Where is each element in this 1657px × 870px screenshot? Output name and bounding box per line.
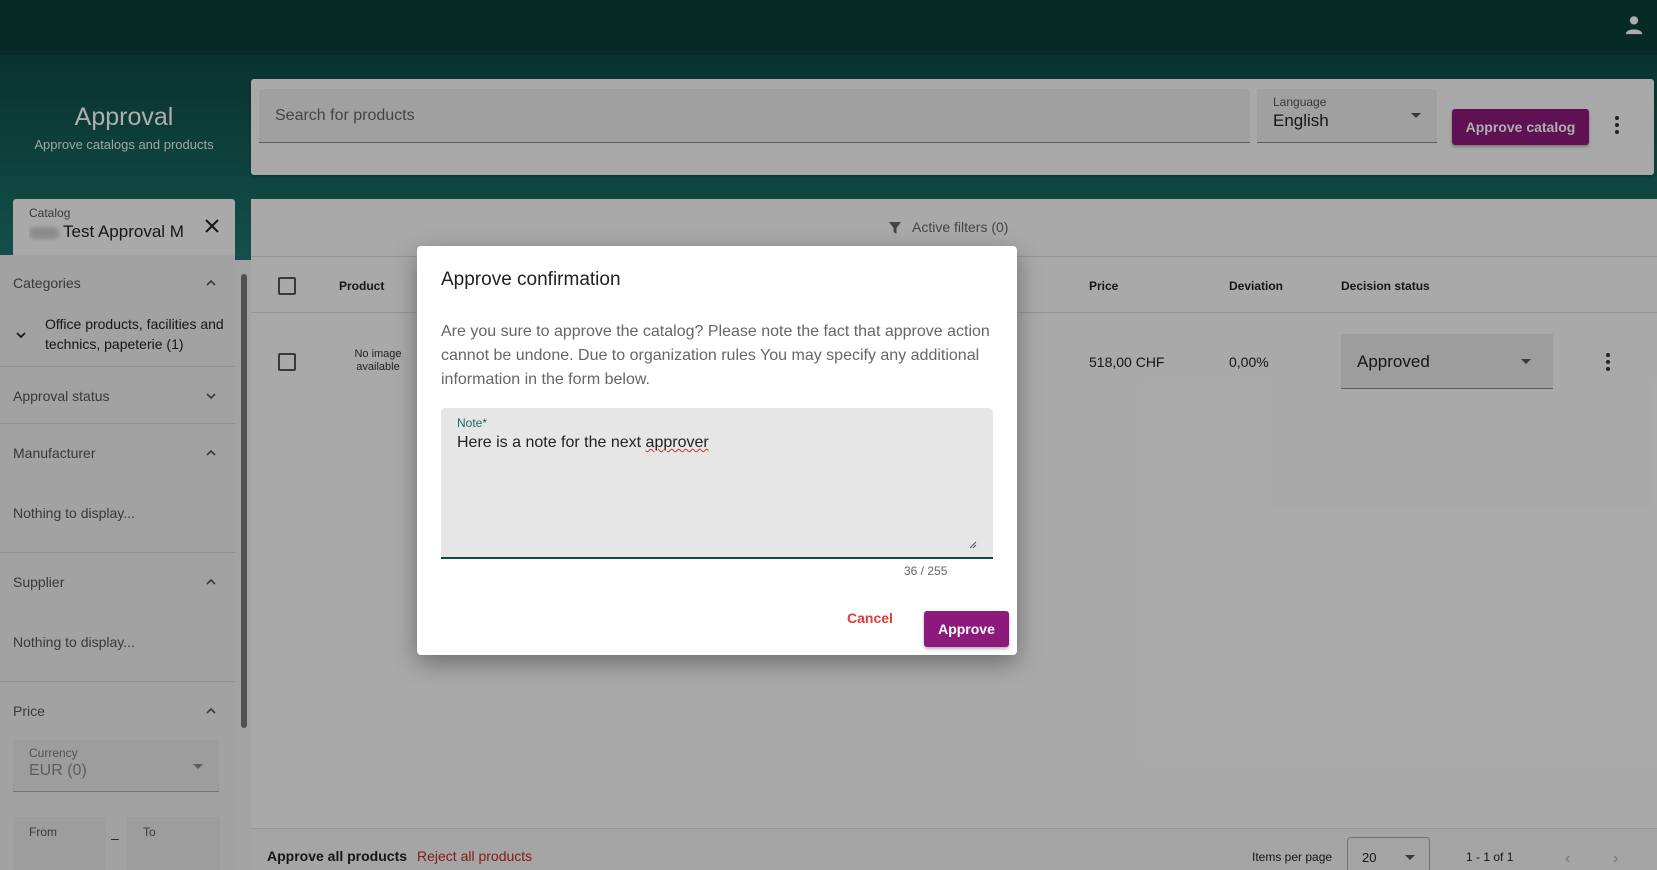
approve-confirmation-dialog: Approve confirmation Are you sure to app… bbox=[417, 246, 1017, 655]
character-counter: 36 / 255 bbox=[904, 564, 948, 578]
dialog-title: Approve confirmation bbox=[441, 269, 621, 290]
dialog-body: Are you sure to approve the catalog? Ple… bbox=[441, 323, 990, 388]
note-textarea[interactable]: Note* Here is a note for the next approv… bbox=[441, 408, 993, 559]
cancel-button[interactable]: Cancel bbox=[847, 610, 893, 626]
note-value: Here is a note for the next approver bbox=[457, 434, 709, 452]
note-misspelled-word: approver bbox=[645, 434, 709, 451]
approve-button[interactable]: Approve bbox=[924, 611, 1009, 647]
note-text: Here is a note for the next bbox=[457, 434, 646, 451]
resize-handle-icon[interactable] bbox=[969, 541, 977, 549]
note-label: Note* bbox=[457, 416, 488, 430]
